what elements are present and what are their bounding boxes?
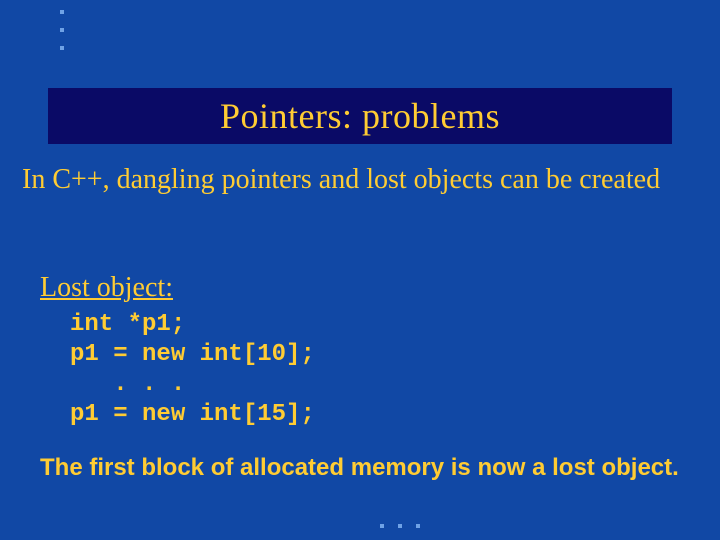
code-block: int *p1; p1 = new int[10]; . . . p1 = ne… [70,310,315,430]
decoration-dots-bottom [380,524,420,528]
title-bar: Pointers: problems [48,88,672,144]
closing-paragraph: The first block of allocated memory is n… [40,454,680,483]
dot-icon [60,46,64,50]
dot-icon [398,524,402,528]
dot-icon [60,10,64,14]
decoration-dots-top-left [60,10,64,50]
dot-icon [60,28,64,32]
intro-paragraph: In C++, dangling pointers and lost objec… [22,164,698,196]
subheading-lost-object: Lost object: [40,272,173,304]
dot-icon [416,524,420,528]
dot-icon [380,524,384,528]
slide-title: Pointers: problems [220,95,500,137]
